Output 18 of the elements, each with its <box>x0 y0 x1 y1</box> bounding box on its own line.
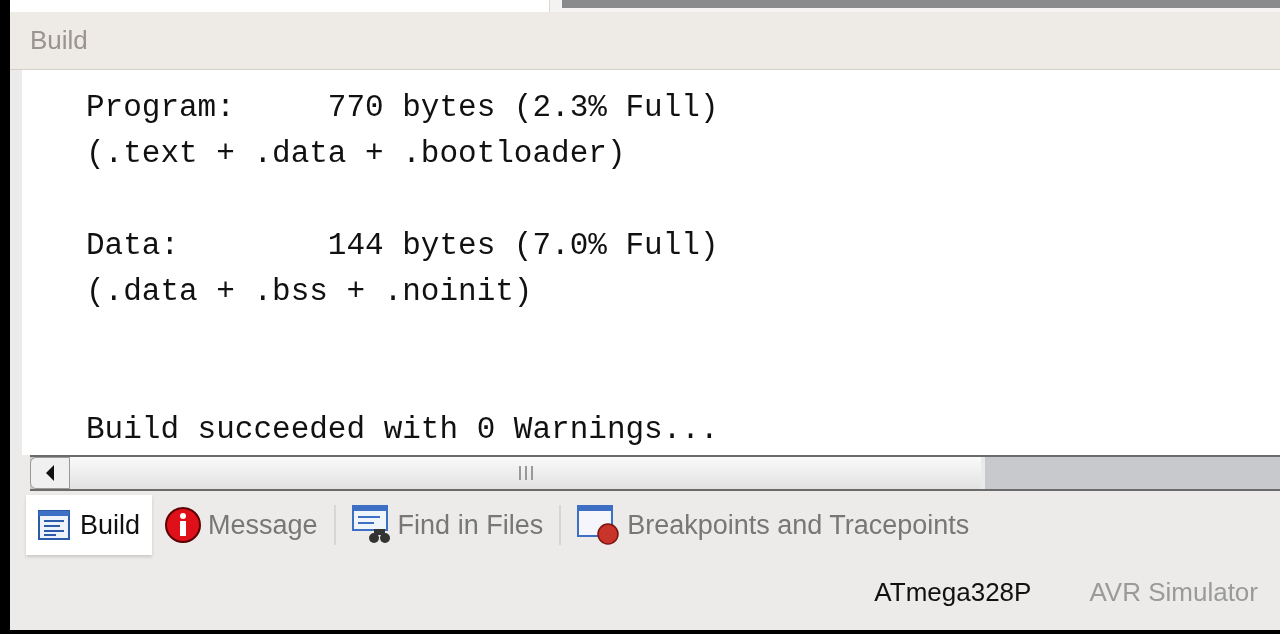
panel-tab[interactable]: Build <box>26 495 153 555</box>
panel-tab[interactable]: Find in Files <box>339 495 556 555</box>
binoculars-window-icon <box>351 505 392 545</box>
document-icon <box>38 510 70 540</box>
debugger-tool: AVR Simulator <box>1089 576 1258 609</box>
horizontal-scrollbar[interactable] <box>30 455 1280 491</box>
scroll-left-button[interactable] <box>30 457 70 489</box>
device-name: ATmega328P <box>874 576 1032 609</box>
window-breakpoint-icon <box>577 505 622 545</box>
grip-icon <box>516 464 535 482</box>
editor-scrollbar[interactable] <box>562 0 1280 8</box>
panel-tab[interactable]: Breakpoints and Tracepoints <box>565 495 982 555</box>
build-output: Program: 770 bytes (2.3% Full) (.text + .data + .bootloader) Data: 144 bytes (7.0% Full) (.data + .bss + .noinit) Build succeeded with 0 Warnings... <box>86 89 720 449</box>
info-icon <box>164 506 203 544</box>
scroll-thumb[interactable] <box>70 457 985 489</box>
panel-tab[interactable]: Message <box>152 495 330 555</box>
panel-title: Build <box>30 24 88 57</box>
left-arrow-icon <box>45 465 55 481</box>
